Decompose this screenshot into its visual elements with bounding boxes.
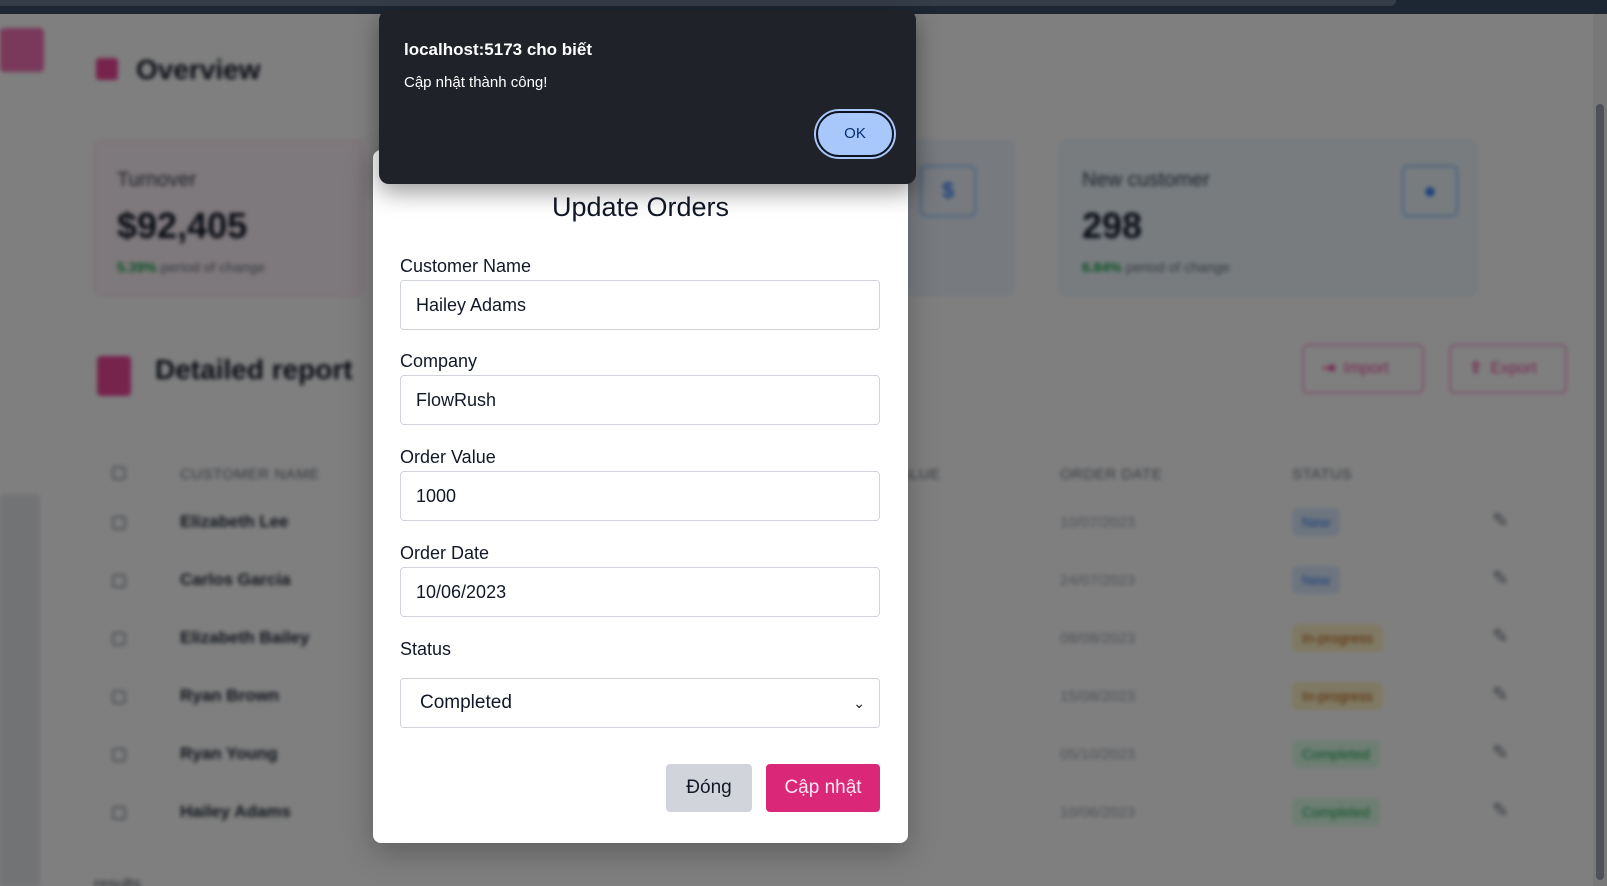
status-label: Status — [400, 639, 452, 659]
modal-title: Update Orders — [551, 192, 730, 222]
order-value-input[interactable]: 1000 — [400, 471, 880, 521]
update-orders-modal: Update Orders Customer Name Hailey Adams… — [373, 150, 908, 843]
customer-name-input[interactable]: Hailey Adams — [400, 280, 880, 330]
company-label: Company — [400, 351, 478, 371]
order-value-label: Order Value — [400, 447, 496, 467]
company-input[interactable]: FlowRush — [400, 375, 880, 425]
status-select-value: Completed — [420, 692, 512, 713]
update-button[interactable]: Cập nhật — [766, 764, 880, 812]
order-date-input[interactable]: 10/06/2023 — [400, 567, 880, 617]
browser-alert-dialog: localhost:5173 cho biết Cập nhật thành c… — [379, 10, 916, 184]
alert-ok-button[interactable]: OK — [816, 111, 894, 157]
customer-name-label: Customer Name — [400, 256, 532, 276]
chevron-down-icon: ⌄ — [853, 695, 865, 711]
order-date-label: Order Date — [400, 543, 490, 563]
close-button[interactable]: Đóng — [666, 764, 752, 812]
status-select[interactable]: Completed ⌄ — [400, 678, 880, 728]
alert-message: Cập nhật thành công! — [404, 74, 548, 91]
alert-title: localhost:5173 cho biết — [404, 40, 592, 59]
